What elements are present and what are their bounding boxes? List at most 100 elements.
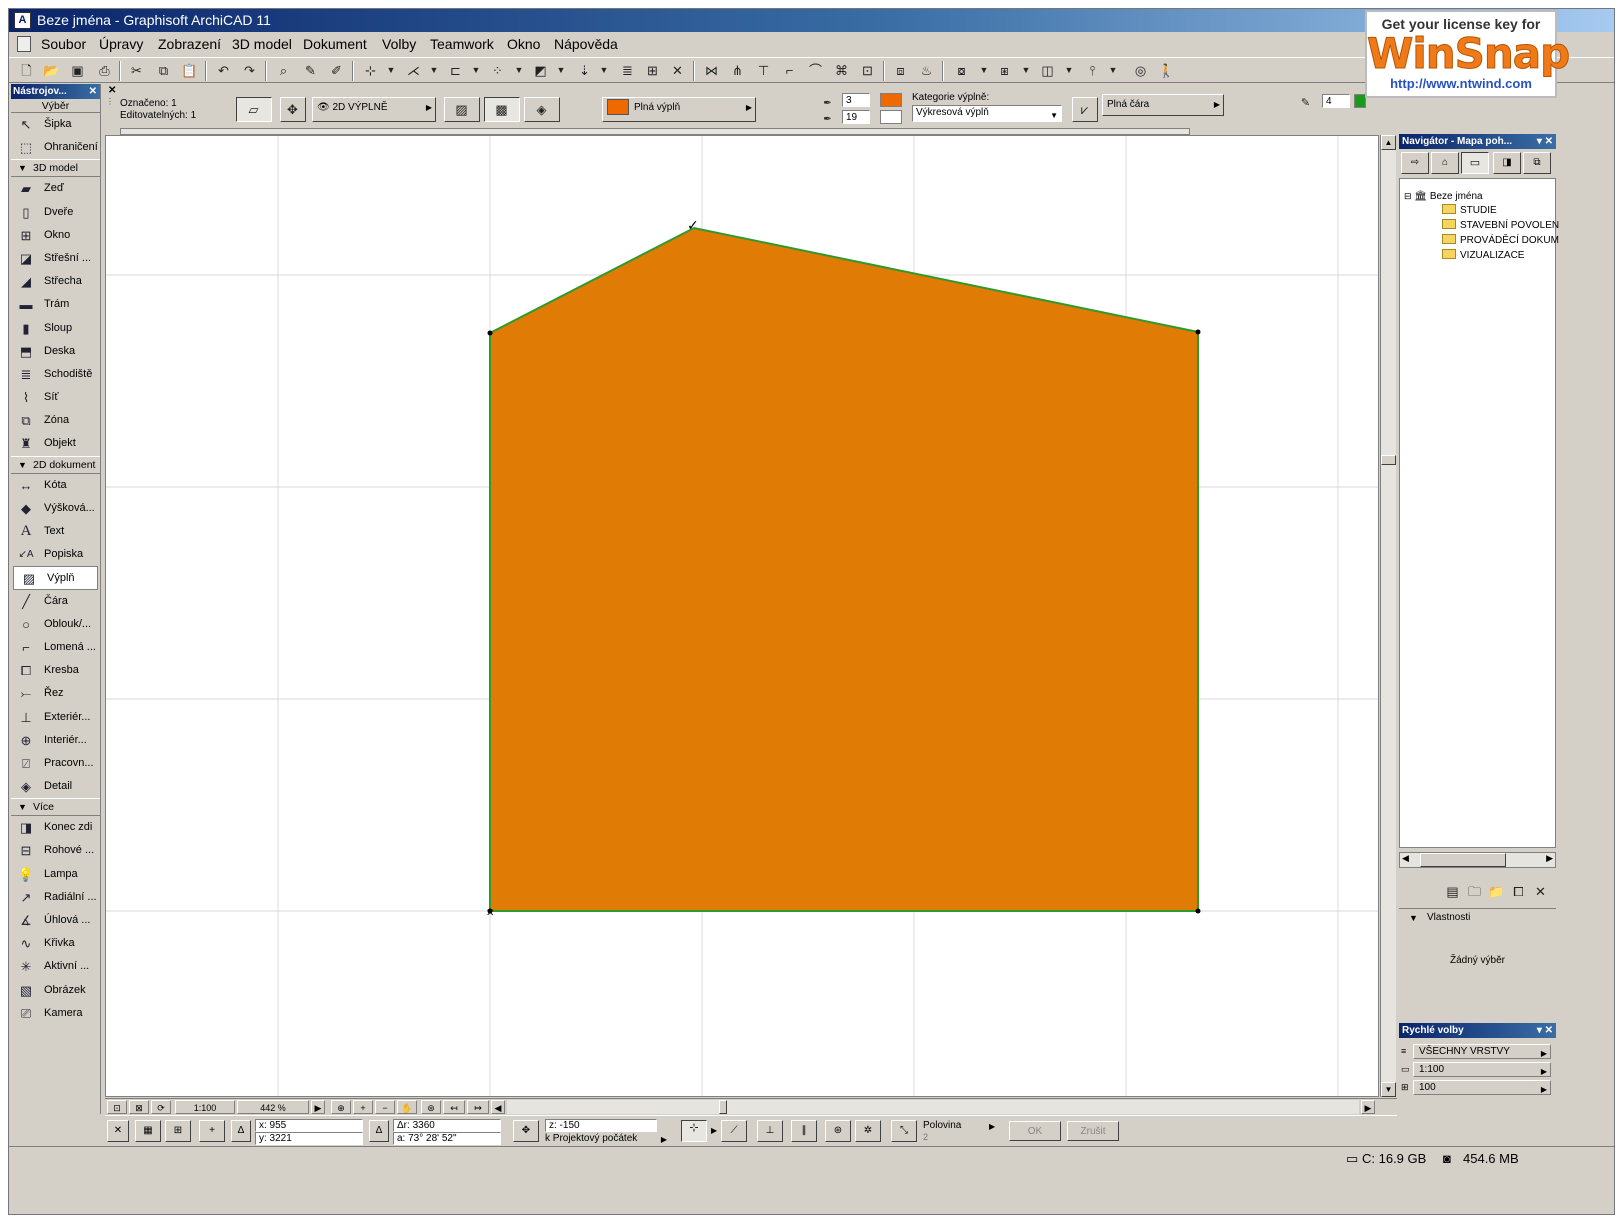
magic-wand-icon[interactable]: ✲ (855, 1120, 881, 1142)
tree-root[interactable]: ⊟ 🏛 Beze jména (1404, 189, 1483, 204)
next-zoom-icon[interactable]: ↦ (467, 1100, 489, 1114)
fit-icon[interactable]: ⊡ (107, 1100, 127, 1114)
document-icon[interactable] (17, 36, 31, 52)
tool-detail[interactable]: ◈ Detail (11, 775, 100, 798)
open-folder-icon[interactable]: 📂 (42, 61, 61, 80)
zoom-display[interactable]: 442 % (237, 1100, 309, 1114)
elevation-reference-icon[interactable]: ✥ (513, 1120, 539, 1142)
menu-volby[interactable]: Volby (382, 32, 416, 56)
tool-fill[interactable]: ▨ Výplň (13, 566, 98, 590)
tool-hotspot[interactable]: ✳ Aktivní ... (11, 955, 100, 978)
tree-item[interactable]: VIZUALIZACE (1442, 249, 1524, 263)
layer-combination-row[interactable]: ≡ VŠECHNY VRSTVY ▶ (1401, 1044, 1553, 1059)
table-icon[interactable]: ⊞ (643, 61, 662, 80)
previous-zoom-icon[interactable]: ↤ (443, 1100, 465, 1114)
project-map-icon[interactable]: ⇨ (1401, 152, 1429, 174)
chevron-down-icon[interactable]: ▼ (471, 61, 481, 80)
cross-icon[interactable]: ✕ (668, 61, 687, 80)
fillet-icon[interactable]: ⌐ (780, 61, 799, 80)
print-icon[interactable]: ⎙ (95, 61, 114, 80)
layout-book-icon[interactable]: ◨ (1493, 152, 1521, 174)
view-window-icon[interactable]: ◫ (1038, 61, 1057, 80)
triangle-right-icon[interactable]: ▶ (711, 1126, 717, 1135)
tool-object[interactable]: ♜ Objekt (11, 432, 100, 455)
tree-item[interactable]: STUDIE (1442, 204, 1497, 218)
line-type-selector[interactable]: Plná čára ▶ (1102, 94, 1224, 116)
new-view-icon[interactable]: ▤ (1443, 882, 1462, 901)
contour-pen-field[interactable]: 4 (1322, 94, 1350, 108)
new-folder-icon[interactable]: 🗀 (1465, 882, 1484, 901)
chevron-down-icon[interactable]: ▼ (1021, 61, 1031, 80)
scroll-thumb[interactable] (1420, 853, 1506, 867)
half-division-icon[interactable]: ⤡ (891, 1120, 917, 1142)
scroll-thumb[interactable] (1381, 455, 1396, 465)
chevron-down-icon[interactable]: ▼ (979, 61, 989, 80)
find-select-icon[interactable]: ⌕ (274, 61, 293, 80)
tool-angle-dimension[interactable]: ∡ Úhlová ... (11, 909, 100, 932)
polar-delta-icon[interactable]: Δ (369, 1120, 389, 1142)
menu-upravy[interactable]: Úpravy (99, 32, 143, 56)
line-snap-icon[interactable]: ⟋ (721, 1120, 747, 1142)
clone-folder-icon[interactable]: 📁 (1487, 882, 1506, 901)
grid-snap-icon[interactable]: ▦ (135, 1120, 161, 1142)
intersection-snap-icon[interactable]: ⊛ (825, 1120, 851, 1142)
scale-row[interactable]: ▭ 1:100 ▶ (1401, 1062, 1553, 1077)
cancel-button[interactable]: Zrušit (1067, 1121, 1119, 1141)
chevron-down-icon[interactable]: ▼ (556, 61, 566, 80)
menu-napoveda[interactable]: Nápověda (554, 32, 618, 56)
scroll-left-button[interactable]: ◀ (1402, 853, 1409, 864)
chevron-down-icon[interactable]: ▼ (386, 61, 396, 80)
plan-drawing[interactable]: ✓ ✕ (106, 136, 1379, 1097)
delete-icon[interactable]: ✕ (1531, 882, 1550, 901)
x-coordinate[interactable]: x: 955 (255, 1119, 363, 1132)
triangle-right-icon[interactable]: ▶ (989, 1122, 995, 1131)
perpendicular-snap-icon[interactable]: ⊥ (757, 1120, 783, 1142)
fill-distorted-button[interactable]: ◈ (524, 97, 560, 122)
tool-polyline[interactable]: ⌐ Lomená ... (11, 636, 100, 659)
pen-color-swatch[interactable] (880, 93, 902, 107)
ok-button[interactable]: OK (1009, 1121, 1061, 1141)
adjust-icon[interactable]: ⊤ (754, 61, 773, 80)
tool-marquee[interactable]: ⬚ Ohraničení (11, 136, 100, 159)
tool-interior-elevation[interactable]: ⊕ Interiér... (11, 729, 100, 752)
tool-beam[interactable]: ▬ Trám (11, 293, 100, 316)
archicad-app-icon[interactable]: A (14, 12, 31, 29)
zoom-row[interactable]: ⊞ 100 ▶ (1401, 1080, 1553, 1095)
tool-arrow[interactable]: ↖ Šipka (11, 113, 100, 136)
y-coordinate[interactable]: y: 3221 (255, 1132, 363, 1145)
node[interactable] (1195, 329, 1201, 335)
chevron-down-icon[interactable]: ▼ (599, 61, 609, 80)
infobox-scrollbar[interactable] (120, 128, 1190, 135)
tool-wall[interactable]: ▰ Zeď (11, 177, 100, 200)
menu-dokument[interactable]: Dokument (303, 32, 367, 56)
tool-radial-dimension[interactable]: ↗ Radiální ... (11, 886, 100, 909)
angle-field[interactable]: a: 73° 28' 52" (393, 1132, 501, 1145)
tool-worksheet[interactable]: ⍁ Pracovn... (11, 752, 100, 775)
offset-icon[interactable]: ⌒ (806, 61, 825, 80)
house-icon[interactable]: ⌂ (1431, 152, 1459, 174)
chevron-down-icon[interactable]: ▼ (1108, 61, 1118, 80)
navigator-hscroll[interactable]: ◀ ▶ (1399, 852, 1556, 868)
geometry-method-button[interactable]: ▱ (236, 97, 272, 122)
view-section-icon[interactable]: ⧆ (995, 61, 1014, 80)
group-icon[interactable]: ⧈ (891, 61, 910, 80)
paste-icon[interactable]: 📋 (180, 61, 199, 80)
chevron-down-icon[interactable]: ▼ (429, 61, 439, 80)
stair-maker-icon[interactable]: ≣ (618, 61, 637, 80)
layer-selector[interactable]: 👁 2D VÝPLNĚ ▶ (312, 97, 436, 122)
menu-3d-model[interactable]: 3D model (232, 32, 292, 56)
grip-icon[interactable]: ⋮ (106, 98, 116, 134)
tool-dimension[interactable]: ↔ Kóta (11, 474, 100, 497)
redo-icon[interactable]: ↷ (240, 61, 259, 80)
tool-roof-window[interactable]: ◪ Střešní ... (11, 247, 100, 270)
tool-stair[interactable]: ≣ Schodiště (11, 363, 100, 386)
background-pen-field[interactable]: 19 (842, 110, 870, 124)
save-icon[interactable]: ▣ (68, 61, 87, 80)
tree-item[interactable]: STAVEBNÍ POVOLEN (1442, 219, 1559, 233)
vertical-scrollbar[interactable]: ▲ ▼ (1380, 135, 1396, 1097)
chevron-down-icon[interactable]: ▼ (514, 61, 524, 80)
tool-camera[interactable]: ⎚ Kamera (11, 1002, 100, 1025)
tool-column[interactable]: ▮ Sloup (11, 317, 100, 340)
tool-arc[interactable]: ○ Oblouk/... (11, 613, 100, 636)
undo-icon[interactable]: ↶ (214, 61, 233, 80)
